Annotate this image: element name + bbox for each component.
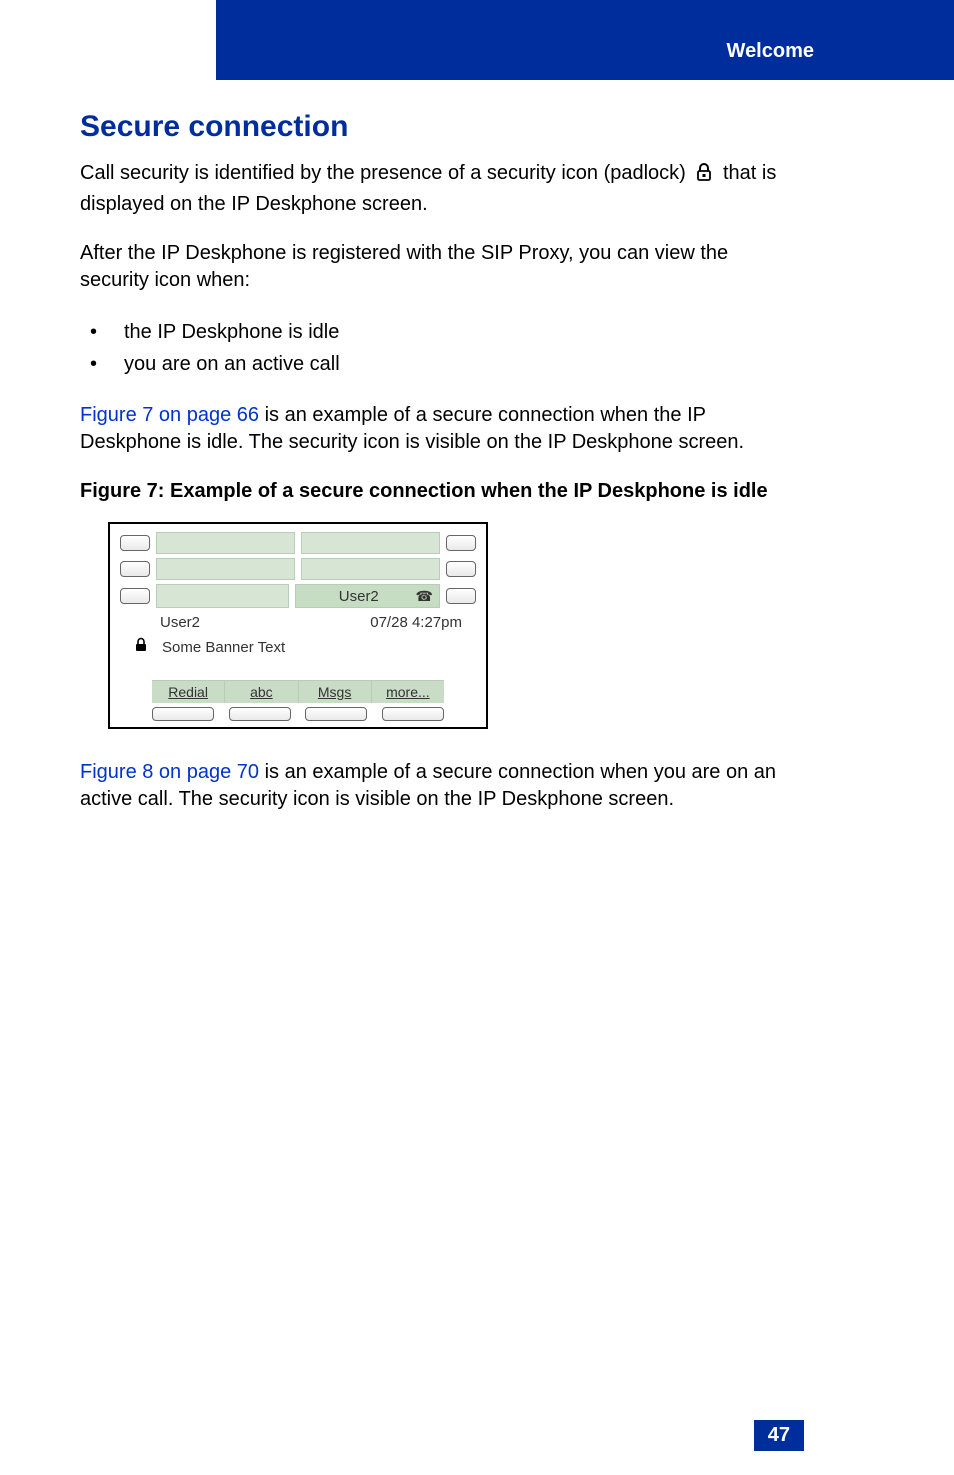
line-slot [156, 558, 295, 580]
header-section-label: Welcome [727, 40, 814, 63]
figure8-ref-paragraph: Figure 8 on page 70 is an example of a s… [80, 759, 802, 813]
phone-title: User2 [302, 588, 416, 605]
page-number: 47 [754, 1420, 804, 1451]
softkey-button [305, 707, 367, 721]
phone-user-label: User2 [160, 614, 200, 631]
conditions-list: the IP Deskphone is idle you are on an a… [80, 316, 802, 380]
line-key-right [446, 535, 476, 551]
list-item: you are on an active call [80, 348, 802, 380]
registration-paragraph: After the IP Deskphone is registered wit… [80, 240, 802, 294]
softkey-msgs: Msgs [299, 681, 372, 703]
figure8-xref[interactable]: Figure 8 on page 70 [80, 761, 259, 783]
phone-datetime: 07/28 4:27pm [370, 614, 462, 631]
softkey-button [229, 707, 291, 721]
line-key-left [120, 561, 150, 577]
line-slot [301, 532, 440, 554]
page-header: Welcome [0, 0, 954, 80]
line-slot [156, 532, 295, 554]
lock-icon [134, 637, 148, 658]
figure7-xref[interactable]: Figure 7 on page 66 [80, 404, 259, 426]
list-item: the IP Deskphone is idle [80, 316, 802, 348]
softkey-more: more... [372, 681, 444, 703]
softkey-bar: Redial abc Msgs more... [152, 680, 444, 703]
softkey-abc: abc [225, 681, 298, 703]
intro-paragraph: Call security is identified by the prese… [80, 160, 802, 218]
softkey-button [382, 707, 444, 721]
figure7-image: User2 ☎ User2 07/28 4:27pm [108, 522, 802, 729]
softkey-button [152, 707, 214, 721]
softkey-redial: Redial [152, 681, 225, 703]
intro-text-pre: Call security is identified by the prese… [80, 162, 686, 184]
padlock-icon [693, 161, 715, 191]
handset-icon: ☎ [416, 588, 433, 605]
phone-banner-text: Some Banner Text [162, 639, 285, 656]
line-key-right [446, 588, 476, 604]
line-key-left [120, 535, 150, 551]
line-key-left [120, 588, 150, 604]
figure7-caption: Figure 7: Example of a secure connection… [80, 478, 802, 504]
section-title: Secure connection [80, 110, 802, 144]
phone-mockup: User2 ☎ User2 07/28 4:27pm [108, 522, 488, 729]
figure7-ref-paragraph: Figure 7 on page 66 is an example of a s… [80, 402, 802, 456]
line-slot [301, 558, 440, 580]
line-key-right [446, 561, 476, 577]
